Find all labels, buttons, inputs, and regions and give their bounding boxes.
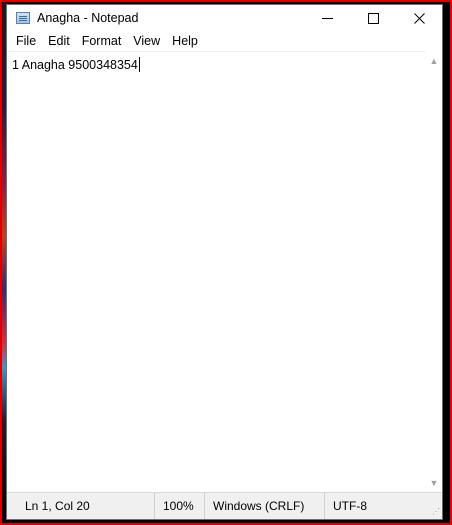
menu-view[interactable]: View <box>127 31 166 51</box>
close-button[interactable] <box>396 5 442 31</box>
text-editor[interactable]: 1 Anagha 9500348354 <box>7 51 426 493</box>
maximize-button[interactable] <box>350 5 396 31</box>
vertical-scrollbar[interactable]: ▲ ▼ <box>426 51 442 493</box>
editor-text: 1 Anagha 9500348354 <box>12 58 138 72</box>
resize-grip-icon[interactable]: ⋰ <box>430 507 440 517</box>
scroll-down-arrow-icon[interactable]: ▼ <box>426 475 442 491</box>
minimize-icon <box>321 17 333 19</box>
status-bar: Ln 1, Col 20 100% Windows (CRLF) UTF-8 ⋰ <box>7 492 442 519</box>
zoom-level: 100% <box>154 493 204 519</box>
title-bar[interactable]: Anagha - Notepad <box>7 5 442 31</box>
encoding: UTF-8 <box>324 493 424 519</box>
menu-help[interactable]: Help <box>166 31 204 51</box>
minimize-button[interactable] <box>304 5 350 31</box>
menu-edit[interactable]: Edit <box>42 31 76 51</box>
close-icon <box>413 12 425 24</box>
scroll-up-arrow-icon[interactable]: ▲ <box>426 53 442 69</box>
menu-bar: File Edit Format View Help <box>7 31 442 51</box>
notepad-window: Anagha - Notepad File Edit Format View H… <box>6 4 443 520</box>
editor-content-line[interactable]: 1 Anagha 9500348354 <box>12 57 140 72</box>
menu-format[interactable]: Format <box>76 31 128 51</box>
menu-file[interactable]: File <box>10 31 42 51</box>
text-caret <box>138 57 140 72</box>
cursor-position: Ln 1, Col 20 <box>25 499 90 513</box>
line-ending: Windows (CRLF) <box>204 493 324 519</box>
notepad-app-icon[interactable] <box>16 12 30 24</box>
window-title: Anagha - Notepad <box>37 11 139 25</box>
maximize-icon <box>367 12 379 24</box>
